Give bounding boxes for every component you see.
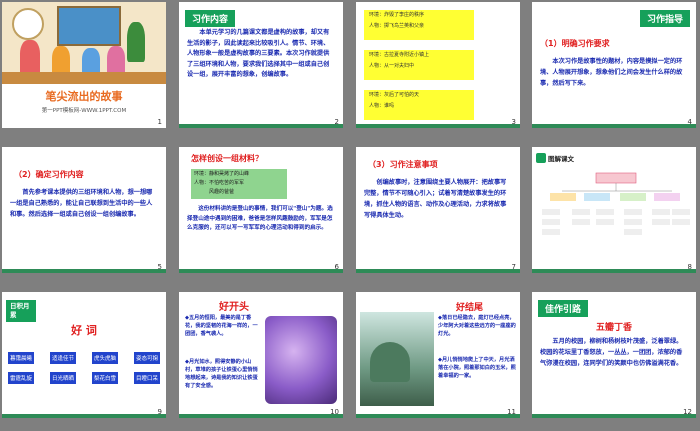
slide4-tag: 习作指导: [639, 10, 690, 27]
slide5-heading: （2）确定习作内容: [14, 170, 84, 179]
word: 适逢佳节: [49, 352, 76, 364]
word: 姿态可掬: [133, 352, 160, 364]
word: 虎头虎脑: [91, 352, 118, 364]
slide-11[interactable]: 好结尾 ◆落日已经隐去，庭灯已经点亮，少年阿大对着这些远方的一座座的灯光。 ◆月…: [356, 292, 520, 418]
slide-8[interactable]: 图解课文 8: [532, 147, 696, 273]
slide-9[interactable]: 日积月累 好 词 暮霭晨曦 适逢佳节 虎头虎脑 姿态可掬 雷霆乱旋 日光晒晒 梨…: [2, 292, 166, 418]
slide-base: [179, 414, 343, 418]
word-grid: 暮霭晨曦 适逢佳节 虎头虎脑 姿态可掬 雷霆乱旋 日光晒晒 梨花白雪 目瞪口呆: [8, 352, 160, 392]
slide-number: 12: [683, 408, 692, 416]
slide-number: 6: [334, 263, 339, 271]
story-map-diagram: [542, 172, 690, 235]
slide-base: [532, 124, 696, 128]
slide12-title: 五瓣丁香: [595, 323, 632, 333]
word: 日光晒晒: [49, 372, 76, 384]
slide-base: [356, 414, 520, 418]
word: 目瞪口呆: [133, 372, 160, 384]
slide-5[interactable]: （2）确定习作内容 首先参考课本提供的三组环境和人物，想一想哪一组是自己熟悉的，…: [2, 147, 166, 273]
slide-base: [532, 414, 696, 418]
slide2-body: 本单元学习的几篇课文都是虚构的故事，却又有生活的影子，因此读起来比较吸引人。情节…: [187, 29, 330, 78]
slide-1[interactable]: 笔尖流出的故事 第一PPT模板网-WWW.1PPT.COM 1: [2, 2, 166, 128]
material-box-1: 环境：炸毁了李庄的秩序 人物：掷飞鸟兰英和父亲: [364, 10, 474, 40]
slide9-title: 好 词: [71, 324, 97, 337]
slide-number: 3: [511, 118, 516, 126]
slide10-para-2: ◆月光如水，照得安静的小山村，草堆的孩子让铁蛋心里悄悄地想起来，诗是我的知识让铁…: [185, 359, 258, 389]
material-box-2: 环境：古拉夏寺附近小镇上 人物：从一对夫妇中: [364, 50, 474, 80]
slide4-heading: （1）明确习作要求: [540, 39, 610, 48]
diagram-icon: [536, 153, 546, 163]
word-row: 雷霆乱旋 日光晒晒 梨花白雪 目瞪口呆: [8, 372, 160, 384]
material-box-3: 环境：灰后了可怕的天 人物：谁吗: [364, 90, 474, 120]
slide8-label: 图解课文: [536, 153, 574, 163]
slide1-subtitle: 第一PPT模板网-WWW.1PPT.COM: [41, 108, 127, 114]
slide-2[interactable]: 习作内容 本单元学习的几篇课文都是虚构的故事，却又有生活的影子，因此读起来比较吸…: [179, 2, 343, 128]
lilac-flower-photo: [265, 316, 337, 404]
slide9-tag: 日积月累: [6, 300, 36, 322]
slide-number: 4: [687, 118, 692, 126]
classroom-illustration: [2, 2, 166, 84]
slide-number: 5: [157, 263, 162, 271]
slide-base: [356, 124, 520, 128]
slide11-title: 好结尾: [456, 303, 484, 313]
material-box: 环境：静和昊烤了的山峰 人物：不怕吃苦的军军 风趣的爸爸: [191, 169, 287, 199]
landscape-photo: [360, 312, 434, 406]
slide-3[interactable]: 环境：炸毁了李庄的秩序 人物：掷飞鸟兰英和父亲 环境：古拉夏寺附近小镇上 人物：…: [356, 2, 520, 128]
slide-base: [356, 269, 520, 273]
slide10-title: 好开头: [219, 302, 249, 313]
slide6-body: 这份材料讲的是登山的事情，我们可以"登山"为题。选择登山途中遇到的困难，爸爸是怎…: [187, 206, 333, 231]
slide-number: 9: [157, 408, 162, 416]
slide-10[interactable]: 好开头 ◆五月的恒阳，最美的是丁香花，我的坚韧的花海一样的，一团团，香气袭人。 …: [179, 292, 343, 418]
word-row: 暮霭晨曦 适逢佳节 虎头虎脑 姿态可掬: [8, 352, 160, 364]
slide6-heading: 怎样创设一组材料？: [191, 154, 263, 163]
slide-12[interactable]: 佳作引路 五瓣丁香 五月的校园，柳树和杨树枝叶茂盛，泛着翠绿。校园的花坛里丁香怒…: [532, 292, 696, 418]
slide-number: 7: [511, 263, 516, 271]
slide-base: [532, 269, 696, 273]
slide-number: 11: [507, 408, 516, 416]
slide10-para-1: ◆五月的恒阳，最美的是丁香花，我的坚韧的花海一样的，一团团，香气袭人。: [185, 315, 258, 337]
slide-base: [179, 269, 343, 273]
slide-6[interactable]: 怎样创设一组材料？ 环境：静和昊烤了的山峰 人物：不怕吃苦的军军 风趣的爸爸 这…: [179, 147, 343, 273]
slide1-title: 笔尖流出的故事: [45, 90, 123, 103]
word: 梨花白雪: [91, 372, 118, 384]
slide4-body: 本次习作是故事性的题材，内容是摸拟一定的环境、人物展开想象，想象他们之间会发生什…: [540, 58, 683, 87]
word: 雷霆乱旋: [8, 372, 35, 384]
word: 暮霭晨曦: [8, 352, 35, 364]
slide-number: 10: [330, 408, 339, 416]
slide12-body: 五月的校园，柳树和杨树枝叶茂盛，泛着翠绿。校园的花坛里丁香怒放，一丛丛，一团团，…: [540, 338, 683, 367]
slide-base: [2, 269, 166, 273]
slide-4[interactable]: 习作指导 （1）明确习作要求 本次习作是故事性的题材，内容是摸拟一定的环境、人物…: [532, 2, 696, 128]
slide-base: [179, 124, 343, 128]
slide-7[interactable]: （3）习作注意事项 创编故事时，注意围绕主要人物展开：把故事写完整，情节不可随心…: [356, 147, 520, 273]
slide-number: 2: [334, 118, 339, 126]
slide-number: 1: [157, 118, 162, 126]
slide7-body: 创编故事时，注意围绕主要人物展开：把故事写完整，情节不可随心引入；试着写清楚故事…: [364, 179, 507, 219]
slide2-tag: 习作内容: [185, 10, 236, 27]
slide5-body: 首先参考课本提供的三组环境和人物，想一想哪一组是自己熟悉的，能让自己联想到生活中…: [10, 189, 153, 218]
slide-number: 8: [687, 263, 692, 271]
slide-base: [2, 414, 166, 418]
slide11-para-2: ◆月儿悄悄地爬上了中天，月光洒落在小院，照着那如白的玉米，照着幸福的一家。: [438, 357, 516, 379]
slide7-heading: （3）习作注意事项: [368, 160, 438, 169]
slide12-tag: 佳作引路: [538, 300, 589, 317]
slide11-para-1: ◆落日已经隐去，庭灯已经点亮，少年阿大对着这些远方的一座座的灯光。: [438, 315, 516, 337]
